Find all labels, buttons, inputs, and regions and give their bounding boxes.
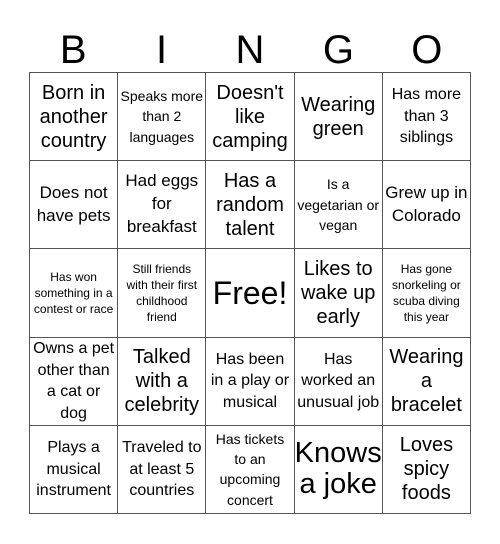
bingo-cell[interactable]: Does not have pets bbox=[30, 161, 119, 250]
bingo-cell[interactable]: Has more than 3 siblings bbox=[382, 73, 471, 162]
bingo-cell[interactable]: Knows a joke bbox=[294, 425, 383, 514]
bingo-cell[interactable]: Grew up in Colorado bbox=[382, 161, 471, 250]
bingo-cell[interactable]: Talked with a celebrity bbox=[118, 337, 207, 426]
bingo-cell[interactable]: Wearing green bbox=[294, 73, 383, 162]
header-letter-b: B bbox=[59, 28, 87, 72]
bingo-cell[interactable]: Is a vegetarian or vegan bbox=[294, 161, 383, 250]
bingo-cell[interactable]: Traveled to at least 5 countries bbox=[118, 425, 207, 514]
header-letter-n: N bbox=[235, 28, 265, 72]
bingo-cell[interactable]: Likes to wake up early bbox=[294, 249, 383, 338]
bingo-cell[interactable]: Owns a pet other than a cat or dog bbox=[30, 337, 119, 426]
bingo-cell[interactable]: Speaks more than 2 languages bbox=[118, 73, 207, 162]
bingo-cell[interactable]: Born in another country bbox=[30, 73, 119, 162]
bingo-cell[interactable]: Still friends with their first childhood… bbox=[118, 249, 207, 338]
bingo-cell[interactable]: Has gone snorkeling or scuba diving this… bbox=[382, 249, 471, 338]
bingo-cell[interactable]: Has worked an unusual job bbox=[294, 337, 383, 426]
bingo-cell[interactable]: Has been in a play or musical bbox=[206, 337, 295, 426]
bingo-cell[interactable]: Loves spicy foods bbox=[382, 425, 471, 514]
header-letter-i: I bbox=[156, 28, 168, 72]
bingo-cell[interactable]: Has tickets to an upcoming concert bbox=[206, 425, 295, 514]
bingo-cell[interactable]: Plays a musical instrument bbox=[30, 425, 119, 514]
bingo-cell[interactable]: Wearing a bracelet bbox=[382, 337, 471, 426]
bingo-cell[interactable]: Has a random talent bbox=[206, 161, 295, 250]
bingo-header: B I N G O bbox=[29, 28, 471, 72]
bingo-cell[interactable]: Had eggs for breakfast bbox=[118, 161, 207, 250]
bingo-cell[interactable]: Has won something in a contest or race bbox=[30, 249, 119, 338]
header-letter-o: O bbox=[411, 28, 443, 72]
bingo-grid: Born in another country Speaks more than… bbox=[29, 72, 471, 514]
free-space[interactable]: Free! bbox=[206, 249, 295, 338]
header-letter-g: G bbox=[322, 28, 354, 72]
bingo-cell[interactable]: Doesn't like camping bbox=[206, 73, 295, 162]
